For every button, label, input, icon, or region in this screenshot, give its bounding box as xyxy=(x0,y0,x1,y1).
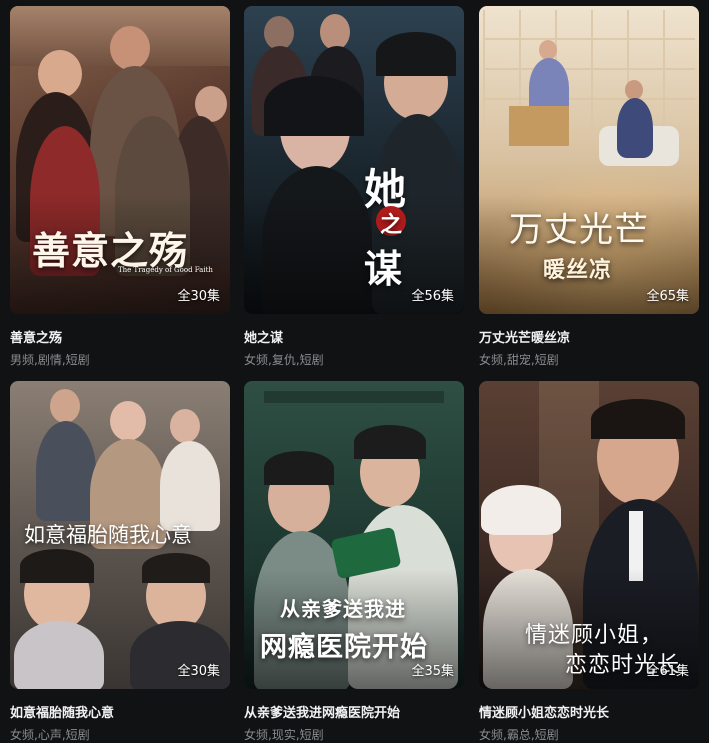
poster-title-art-2: 暖丝凉 xyxy=(543,257,613,283)
poster[interactable]: 万丈光芒 暖丝凉 全65集 xyxy=(479,6,699,314)
drama-title[interactable]: 情迷顾小姐恋恋时光长 xyxy=(479,702,699,721)
poster-title-art: 万丈光芒 xyxy=(509,210,649,250)
poster[interactable]: 情迷顾小姐， 恋恋时光长 全61集 xyxy=(479,381,699,689)
poster[interactable]: 善意之殇 The Tragedy of Good Faith 全30集 xyxy=(10,6,230,314)
drama-tags: 女频,甜宠,短剧 xyxy=(479,353,559,367)
drama-card[interactable]: 万丈光芒 暖丝凉 全65集 万丈光芒暖丝凉 女频,甜宠,短剧 xyxy=(479,6,699,368)
drama-card[interactable]: 她 之 谋 全56集 她之谋 女频,复仇,短剧 xyxy=(244,6,464,368)
drama-title[interactable]: 她之谋 xyxy=(244,327,464,346)
drama-tags: 女频,复仇,短剧 xyxy=(244,353,324,367)
poster[interactable]: 她 之 谋 全56集 xyxy=(244,6,464,314)
drama-grid: 善意之殇 The Tragedy of Good Faith 全30集 善意之殇… xyxy=(0,0,709,742)
poster[interactable]: 从亲爹送我进 网瘾医院开始 全35集 xyxy=(244,381,464,689)
poster-title-art: 情迷顾小姐， xyxy=(525,623,664,648)
poster-title-art: 如意福胎随我心意 xyxy=(24,523,192,547)
episode-count-badge: 全35集 xyxy=(411,664,454,679)
poster-title-art-2: 网瘾医院开始 xyxy=(260,632,428,663)
drama-title[interactable]: 善意之殇 xyxy=(10,327,230,346)
poster-subtitle-art: The Tragedy of Good Faith xyxy=(118,266,213,274)
episode-count-badge: 全65集 xyxy=(646,289,689,304)
drama-title[interactable]: 如意福胎随我心意 xyxy=(10,702,230,721)
poster-title-art-3: 谋 xyxy=(364,246,404,291)
drama-card[interactable]: 善意之殇 The Tragedy of Good Faith 全30集 善意之殇… xyxy=(10,6,230,368)
episode-count-badge: 全30集 xyxy=(177,289,220,304)
poster[interactable]: 如意福胎随我心意 全30集 xyxy=(10,381,230,689)
drama-tags: 男频,剧情,短剧 xyxy=(10,353,90,367)
episode-count-badge: 全56集 xyxy=(411,289,454,304)
poster-title-art-2: 之 xyxy=(380,212,404,238)
drama-title[interactable]: 从亲爹送我进网瘾医院开始 xyxy=(244,702,464,721)
drama-title[interactable]: 万丈光芒暖丝凉 xyxy=(479,327,699,346)
drama-card[interactable]: 如意福胎随我心意 全30集 如意福胎随我心意 女频,心声,短剧 xyxy=(10,381,230,743)
episode-count-badge: 全61集 xyxy=(646,664,689,679)
drama-card[interactable]: 情迷顾小姐， 恋恋时光长 全61集 情迷顾小姐恋恋时光长 女频,霸总,短剧 xyxy=(479,381,699,743)
drama-card[interactable]: 从亲爹送我进 网瘾医院开始 全35集 从亲爹送我进网瘾医院开始 女频,现实,短剧 xyxy=(244,381,464,743)
episode-count-badge: 全30集 xyxy=(177,664,220,679)
poster-title-art: 从亲爹送我进 xyxy=(280,597,406,621)
